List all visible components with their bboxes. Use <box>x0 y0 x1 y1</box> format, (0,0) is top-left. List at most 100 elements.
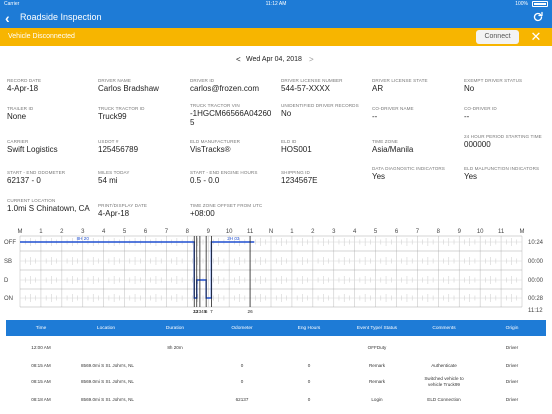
cell-eng-hours: 0 <box>307 397 311 402</box>
x-tick-label: 2 <box>311 229 315 235</box>
cell-odometer: 0 <box>240 363 244 368</box>
x-tick-label: M <box>520 229 525 235</box>
row-label: SB <box>4 259 12 265</box>
alert-message: Vehicle Disconnected <box>8 33 75 40</box>
cell-eng-hours: 0 <box>307 379 311 384</box>
driver-license-number-field: DRIVER LICENSE NUMBER 544-57-XXXX <box>281 78 369 93</box>
battery-icon <box>532 1 548 7</box>
cell-eng-hours: 0 <box>307 363 311 368</box>
usdot-field: USDOT #125456789 <box>98 139 186 154</box>
print-display-date-field: PRINT/DISPLAY DATE 4-Apr-18 <box>98 203 186 218</box>
field-value: Truck99 <box>98 112 127 121</box>
table-row[interactable]: 12:00 AM 8h 20m OFFDuty Driver <box>6 341 546 357</box>
exempt-driver-status-field: EXEMPT DRIVER STATUS No <box>464 78 552 93</box>
back-chevron-icon[interactable]: ‹ <box>5 9 10 27</box>
start-end-odometer-field: START - END ODOMETER 62137 - 0 <box>7 170 95 185</box>
table-row[interactable]: 08:15 AM 8569.0mi S St. John's, NL 0 0 R… <box>6 375 546 391</box>
field-value: VisTracks® <box>190 145 231 154</box>
x-tick-label: N <box>269 229 273 235</box>
field-value: +08:00 <box>190 209 215 218</box>
next-day-button[interactable]: > <box>309 54 317 65</box>
header-event-type: Event Type/ Status <box>356 326 398 331</box>
header-origin: Origin <box>505 326 519 331</box>
row-total: 00:28 <box>528 296 544 302</box>
start-end-engine-hours-field: START - END ENGINE HOURS 0.5 - 0.0 <box>190 170 278 185</box>
header-comments: Comments <box>432 326 456 331</box>
x-tick-label: 4 <box>353 229 357 235</box>
eld-id-field: ELD ID HOS001 <box>281 139 369 154</box>
duration-annotation: 8H 20 <box>77 236 90 241</box>
table-row[interactable]: 08:15 AM 8569.0mi S St. John's, NL 0 0 R… <box>6 359 546 375</box>
field-label: UNIDENTIFIED DRIVER RECORDS <box>281 103 359 108</box>
x-tick-label: 4 <box>102 229 106 235</box>
x-tick-label: 5 <box>123 229 127 235</box>
x-tick-label: 7 <box>416 229 420 235</box>
truck-tractor-vin-field: TRUCK TRACTOR VIN -1HGCM66566A04260 5 <box>190 103 276 127</box>
event-marker-label: 26 <box>248 309 254 314</box>
field-value: -1HGCM66566A04260 5 <box>190 109 272 127</box>
header-location: Location <box>96 326 116 331</box>
time-zone-field: TIME ZONE Asia/Manila <box>372 139 460 154</box>
page-title: Roadside Inspection <box>20 12 102 22</box>
current-location-field: CURRENT LOCATION 1.0mi S Chinatown, CA <box>7 198 95 213</box>
field-value: carlos@frozen.com <box>190 84 260 93</box>
cell-time: 08:15 AM <box>31 363 51 368</box>
cell-time: 08:18 AM <box>31 397 51 402</box>
field-value: Carlos Bradshaw <box>98 84 159 93</box>
field-value: 54 mi <box>98 176 118 185</box>
x-tick-label: 1 <box>290 229 294 235</box>
x-tick-label: 6 <box>144 229 148 235</box>
cell-odometer: 62137 <box>235 397 249 402</box>
unidentified-driver-records-field: UNIDENTIFIED DRIVER RECORDS No <box>281 103 369 118</box>
cell-time: 12:00 AM <box>31 345 51 350</box>
event-marker-label: 7 <box>210 309 213 314</box>
field-value: 4-Apr-18 <box>98 209 130 218</box>
header-eng-hours: Eng Hours <box>297 326 321 331</box>
field-value: 125456789 <box>98 145 139 154</box>
x-tick-label: 10 <box>477 229 484 235</box>
field-value: -- <box>464 112 470 121</box>
cell-odometer: 0 <box>240 379 244 384</box>
miles-today-field: MILES TODAY 54 mi <box>98 170 186 185</box>
truck-tractor-id-field: TRUCK TRACTOR ID Truck99 <box>98 106 186 121</box>
cell-origin: Driver <box>505 379 519 384</box>
duty-status-chart-svg: M 1 2 3 4 5 6 7 8 9 10 11 N 1 2 3 4 5 6 7 8 9 10 11 MOFF 10:24SB 0… <box>4 229 544 314</box>
connect-button[interactable]: Connect <box>476 30 519 44</box>
eld-manufacturer-field: ELD MANUFACTURER VisTracks® <box>190 139 278 154</box>
period-starting-time-field: 24 HOUR PERIOD STARTING TIME 000000 <box>464 134 544 149</box>
event-marker-label: 6 <box>205 309 208 314</box>
cell-event: Remark <box>368 379 386 384</box>
x-tick-label: 11 <box>498 229 505 235</box>
field-value: 62137 - 0 <box>7 176 41 185</box>
header-odometer: Odometer <box>231 326 253 331</box>
field-value: HOS001 <box>281 145 312 154</box>
row-total: 00:00 <box>528 259 544 265</box>
cell-comments: Switched vehicle to vehicle Truck99 <box>424 376 464 387</box>
refresh-icon[interactable] <box>532 11 544 23</box>
x-tick-label: 10 <box>226 229 233 235</box>
field-value: None <box>7 112 27 121</box>
grand-total: 11:12 <box>528 308 543 314</box>
co-driver-name-field: CO-DRIVER NAME -- <box>372 106 460 121</box>
table-row[interactable]: 08:18 AM 8569.0mi S St. John's, NL 62137… <box>6 393 546 409</box>
previous-day-button[interactable]: < <box>236 54 244 65</box>
cell-event: Remark <box>368 363 386 368</box>
field-value: No <box>281 109 292 118</box>
x-tick-label: 6 <box>395 229 399 235</box>
battery-percent: 100% <box>515 1 528 7</box>
x-tick-label: 5 <box>374 229 378 235</box>
cell-time: 08:15 AM <box>31 379 51 384</box>
driver-license-state-field: DRIVER LICENSE STATE AR <box>372 78 460 93</box>
record-date-field: RECORD DATE 4-Apr-18 <box>7 78 95 93</box>
driver-id-field: DRIVER ID carlos@frozen.com <box>190 78 278 93</box>
close-icon[interactable]: ✕ <box>527 28 545 46</box>
carrier-field: CARRIER Swift Logistics <box>7 139 95 154</box>
row-label: ON <box>4 296 13 302</box>
duty-status-chart: M 1 2 3 4 5 6 7 8 9 10 11 N 1 2 3 4 5 6 7 8 9 10 11 M OFF 10:24 SB 0… <box>0 225 552 320</box>
cell-origin: Driver <box>505 363 519 368</box>
cell-location: 8569.0mi S St. John's, NL <box>81 397 134 402</box>
x-tick-label: 9 <box>207 229 211 235</box>
x-tick-label: 8 <box>186 229 190 235</box>
field-value: 0.5 - 0.0 <box>190 176 220 185</box>
header-time: Time <box>35 326 47 331</box>
